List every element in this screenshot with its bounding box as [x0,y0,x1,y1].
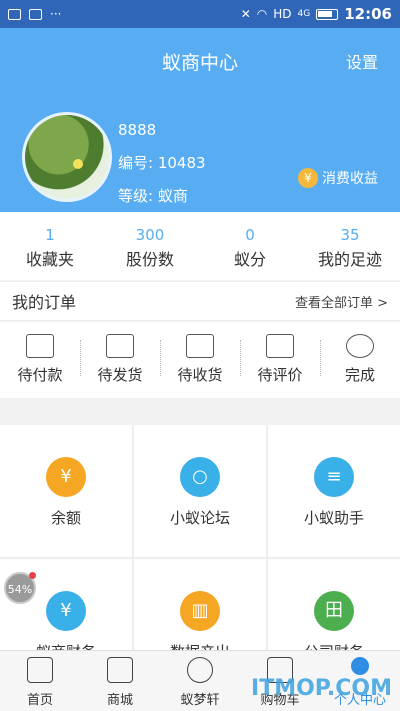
stat-value: 0 [245,226,255,244]
network-label: HD [273,7,292,21]
wallet-icon [26,334,54,358]
stat-shares[interactable]: 300 股份数 [100,212,200,280]
mail-icon [29,8,42,20]
tab-mall[interactable]: 商城 [80,651,160,711]
tab-dream[interactable]: 蚁梦轩 [160,651,240,711]
profile-icon [351,657,369,675]
order-pending-receipt[interactable]: 待收货 [160,322,240,398]
avatar[interactable] [22,112,112,202]
tab-label: 首页 [26,693,53,708]
service-balance[interactable]: ¥ 余额 [0,425,132,557]
orders-title: 我的订单 [12,293,77,312]
tab-home[interactable]: 首页 [0,651,80,711]
package-icon [186,334,214,358]
money-bag-icon: ¥ [46,457,86,497]
stat-favorites[interactable]: 1 收藏夹 [0,212,100,280]
order-pending-review[interactable]: 待评价 [240,322,320,398]
yen-circle-icon [346,334,374,358]
stat-value: 1 [45,226,55,244]
wifi-icon: ◠ [256,7,268,21]
notification-dot [29,572,36,579]
order-status-label: 待发货 [97,366,143,384]
stat-value: 300 [135,226,165,244]
service-label: 余额 [50,509,81,527]
mall-icon [107,657,133,683]
order-status-label: 待收货 [177,366,223,384]
service-forum[interactable]: ○ 小蚁论坛 [134,425,266,557]
stat-points[interactable]: 0 蚁分 [200,212,300,280]
finance-icon: ¥ [46,591,86,631]
service-label: 小蚁论坛 [169,509,230,527]
clock: 12:06 [344,5,392,23]
stat-value: 35 [340,226,360,244]
order-pending-payment[interactable]: 待付款 [0,322,80,398]
order-status-label: 待评价 [257,366,303,384]
stats-bar: 1 收藏夹 300 股份数 0 蚁分 35 我的足迹 [0,212,400,280]
stat-footprints[interactable]: 35 我的足迹 [300,212,400,280]
income-label: 消费收益 [322,171,378,187]
profile-header: 蚁商中心 设置 8888 编号: 10483 等级: 蚁商 ¥ 消费收益 [0,28,400,212]
status-bar: ··· ✕ ◠ HD 4G 12:06 [0,0,400,28]
stat-label: 蚁分 [233,250,266,269]
stat-label: 收藏夹 [25,250,74,269]
service-grid: ¥余额 ○小蚁论坛 ≡小蚁助手 ¥蚁商财务 ▥数据产出 田公司财务 [0,425,400,691]
chart-icon: ▥ [180,591,220,631]
service-assistant[interactable]: ≡ 小蚁助手 [268,425,400,557]
user-id: 编号: 10483 [118,154,206,172]
tab-label: 商城 [106,693,133,708]
settings-button[interactable]: 设置 [346,49,378,73]
view-all-orders-link[interactable]: 查看全部订单 > [295,292,388,311]
badge-percent: 54% [7,583,33,596]
assistant-icon: ≡ [314,457,354,497]
orders-header: 我的订单 查看全部订单 > [0,281,400,321]
stat-label: 我的足迹 [317,250,382,269]
edit-icon [266,334,294,358]
battery-icon [316,8,339,20]
more-notifications-icon: ··· [50,7,62,21]
home-icon [27,657,53,683]
watermark: ITMOP.COM [251,676,392,701]
signal-label: 4G [297,9,311,19]
order-status-label: 完成 [344,366,375,384]
page-title: 蚁商中心 [161,52,238,74]
mute-icon: ✕ [240,7,251,21]
planet-icon [187,657,213,683]
order-completed[interactable]: 完成 [320,322,400,398]
truck-icon [106,334,134,358]
order-status-row: 待付款 待发货 待收货 待评价 完成 [0,322,400,398]
user-name: 8888 [118,121,157,139]
coin-icon: ¥ [298,168,318,188]
order-pending-shipment[interactable]: 待发货 [80,322,160,398]
company-finance-icon: 田 [314,591,354,631]
service-label: 小蚁助手 [303,509,364,527]
stat-label: 股份数 [125,250,174,269]
tab-label: 蚁梦轩 [180,693,220,708]
income-button[interactable]: ¥ 消费收益 [298,168,378,188]
floating-progress-badge[interactable]: 54% [4,572,36,604]
order-status-label: 待付款 [17,366,63,384]
image-icon [8,8,21,20]
user-level: 等级: 蚁商 [118,187,188,205]
forum-icon: ○ [180,457,220,497]
